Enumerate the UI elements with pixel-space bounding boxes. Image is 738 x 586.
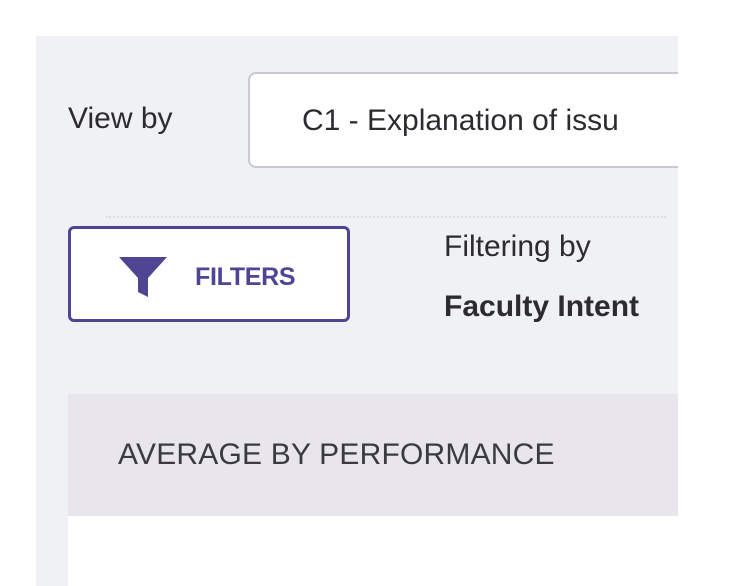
funnel-icon <box>119 257 167 297</box>
filtering-by-label: Filtering by <box>444 230 591 263</box>
active-filter-value: Faculty Intent <box>444 290 640 323</box>
view-by-label: View by <box>68 102 173 135</box>
average-by-performance-header: AVERAGE BY PERFORMANCE <box>68 394 678 516</box>
view-by-selected-value: C1 - Explanation of issu <box>302 104 619 137</box>
section-body <box>68 516 678 586</box>
section-title: AVERAGE BY PERFORMANCE <box>118 438 555 471</box>
divider <box>106 216 666 218</box>
filters-button-label: FILTERS <box>195 263 296 291</box>
report-panel: View by C1 - Explanation of issu FILTERS… <box>36 36 678 586</box>
filters-button[interactable]: FILTERS <box>68 226 350 322</box>
view-by-select[interactable]: C1 - Explanation of issu <box>248 72 678 168</box>
